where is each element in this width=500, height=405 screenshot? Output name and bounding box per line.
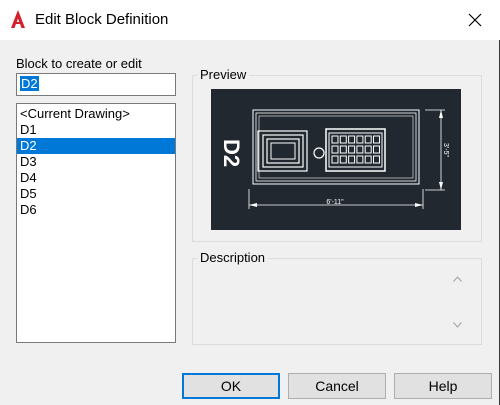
help-button[interactable]: Help (394, 373, 492, 399)
preview-grid-cell (373, 145, 380, 154)
preview-grid-cell (364, 155, 372, 164)
preview-width-dimension: 6'-11" (326, 199, 344, 206)
edit-block-definition-dialog: Edit Block Definition Block to create or… (0, 0, 500, 405)
preview-grid-cell (331, 145, 339, 154)
ok-button[interactable]: OK (182, 373, 280, 399)
block-preview-drawing: 6'-11" 3'-5" D2 (219, 109, 449, 209)
chevron-up-icon[interactable] (453, 276, 462, 282)
list-item[interactable]: D5 (17, 186, 175, 202)
window-title: Edit Block Definition (35, 11, 169, 28)
description-scrollbar[interactable] (449, 268, 466, 339)
preview-grid-cell (364, 145, 372, 154)
list-item[interactable]: D1 (17, 122, 175, 138)
preview-grid-cell (356, 145, 364, 154)
close-button[interactable] (460, 6, 490, 34)
preview-grid-cell (348, 145, 356, 154)
description-label: Description (197, 250, 269, 265)
block-name-input[interactable]: D2 (16, 73, 176, 96)
autocad-icon (11, 10, 25, 28)
preview-grid-cell (356, 155, 364, 164)
description-field[interactable] (198, 267, 467, 340)
preview-label: Preview (197, 67, 250, 82)
cancel-button[interactable]: Cancel (288, 373, 386, 399)
preview-grid-cell (339, 135, 347, 144)
preview-grid-cell (339, 155, 347, 164)
preview-height-dimension: 3'-5" (442, 143, 449, 157)
preview-grid-cell (339, 145, 347, 154)
list-item[interactable]: D4 (17, 170, 175, 186)
title-bar: Edit Block Definition (0, 0, 500, 40)
preview-grid-cell (331, 135, 339, 144)
preview-grid-cell (373, 155, 380, 164)
preview-grid-cell (373, 135, 380, 144)
list-item[interactable]: D3 (17, 154, 175, 170)
chevron-down-icon[interactable] (453, 322, 462, 328)
close-icon (468, 13, 482, 27)
list-item[interactable]: D6 (17, 202, 175, 218)
preview-grid-cell (348, 135, 356, 144)
block-list[interactable]: <Current Drawing> D1 D2 D3 D4 D5 D6 (16, 103, 176, 343)
block-name-input-value: D2 (20, 76, 39, 91)
preview-block-name: D2 (219, 139, 244, 167)
preview-grid-cell (348, 155, 356, 164)
block-select-label: Block to create or edit (16, 56, 142, 71)
preview-grid-cell (356, 135, 364, 144)
preview-grid-cell (364, 135, 372, 144)
block-preview: 6'-11" 3'-5" D2 (211, 89, 461, 230)
list-item[interactable]: D2 (17, 138, 175, 154)
list-item[interactable]: <Current Drawing> (17, 106, 175, 122)
preview-grid-cell (331, 155, 339, 164)
